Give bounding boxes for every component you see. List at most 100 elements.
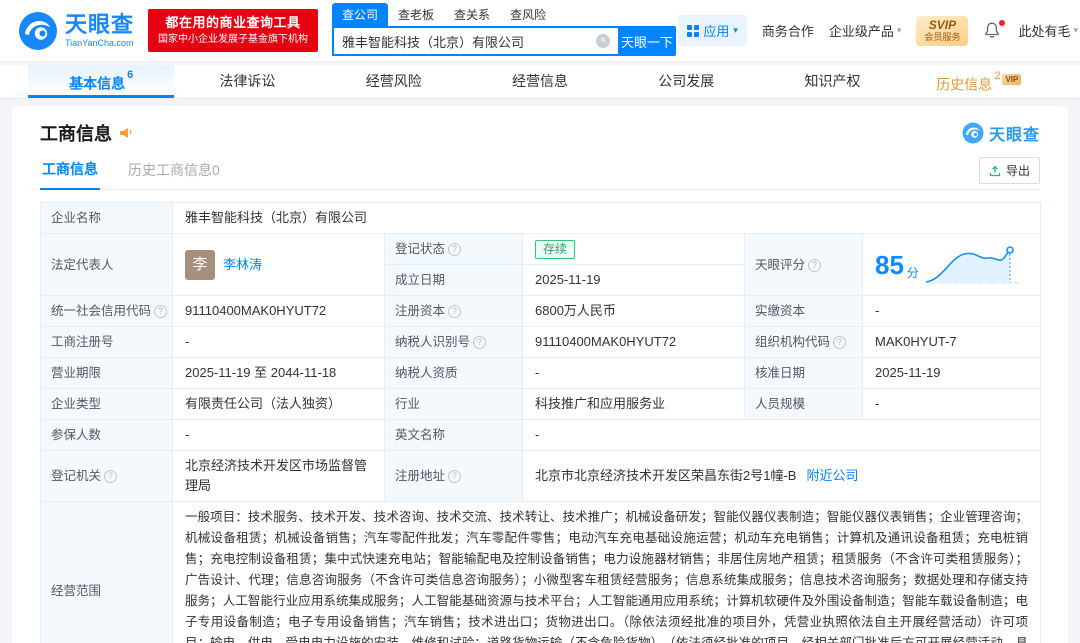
card-header: 工商信息 天眼查 [40,120,1040,146]
org-code-label: 组织机构代码 [755,335,830,349]
logo-name: 天眼查 [65,13,134,36]
english-name-value-cell: - [523,420,1041,451]
reg-number-value-cell: - [173,327,385,358]
reg-authority-label: 登记机关 [51,469,101,483]
tab-basic-info[interactable]: 基本信息6 [28,65,174,98]
reg-capital-label-cell: 注册资本? [385,296,523,327]
business-term-value: 2025-11-19 至 2044-11-18 [185,365,336,380]
logo-domain: TianYanCha.com [65,38,134,48]
business-info-card: 工商信息 天眼查 工商信息 历史工商信息0 [12,106,1068,643]
export-button[interactable]: 导出 [979,157,1040,184]
tab-count: 0 [212,162,220,178]
reg-authority-label-cell: 登记机关? [41,451,173,502]
staff-size-value-cell: - [863,389,1041,420]
search-input[interactable] [332,26,618,56]
staff-size-value: - [875,396,879,411]
tab-count: 6 [127,69,133,81]
business-scope-value: 一般项目：技术服务、技术开发、技术咨询、技术交流、技术转让、技术推广；机械设备研… [185,507,1028,643]
score-value: 85 [875,250,904,280]
reg-authority-value-cell: 北京经济技术开发区市场监督管理局 [173,451,385,502]
paid-capital-value-cell: - [863,296,1041,327]
tab-label: 历史信息 [936,77,992,93]
business-scope-label: 经营范围 [51,584,101,598]
promo-line1: 都在用的商业查询工具 [158,15,308,31]
info-icon[interactable]: ? [154,305,167,318]
clear-search-icon[interactable]: × [596,34,610,48]
info-icon[interactable]: ? [473,336,486,349]
user-name: 此处有毛 [1018,21,1070,40]
search-tab-risk[interactable]: 查风险 [500,3,556,26]
svip-badge[interactable]: SVIP 会员服务 [916,16,968,46]
paid-capital-label-cell: 实缴资本 [745,296,863,327]
tab-label: 经营风险 [366,73,422,89]
tab-business-risk[interactable]: 经营风险 [321,65,467,98]
search-button[interactable]: 天眼一下 [618,26,676,56]
header-menu: 应用 ▾ 商务合作 企业级产品 ▾ SVIP 会员服务 此处有毛 ▾ [678,15,1080,46]
table-row: 经营范围 一般项目：技术服务、技术开发、技术咨询、技术交流、技术转让、技术推广；… [41,502,1041,643]
tab-label: 基本信息 [69,76,125,92]
establish-date-label-cell: 成立日期 [385,265,523,296]
company-type-label: 企业类型 [51,397,101,411]
score-distribution-chart [922,242,1022,288]
info-icon[interactable]: ? [104,470,117,483]
enterprise-products-menu[interactable]: 企业级产品 ▾ [829,21,902,40]
svip-sublabel: 会员服务 [924,32,960,43]
table-row: 法定代表人 李 李林涛 登记状态? 存续 天眼评分? 85 分 [41,234,1041,265]
info-icon[interactable]: ? [833,336,846,349]
search-tab-boss[interactable]: 查老板 [388,3,444,26]
legal-rep-value-cell: 李 李林涛 [173,234,385,296]
industry-value-cell: 科技推广和应用服务业 [523,389,745,420]
reg-address-value: 北京市北京经济技术开发区荣昌东街2号1幢-B [535,468,796,483]
legal-rep-avatar: 李 [185,250,215,280]
search-tab-company[interactable]: 查公司 [332,3,388,26]
tianyancha-logo-icon [18,11,58,51]
establish-date-value: 2025-11-19 [535,272,601,287]
search-row: × 天眼一下 [332,26,676,56]
status-badge: 存续 [535,240,575,259]
promo-banner: 都在用的商业查询工具 国家中小企业发展子基金旗下机构 [148,9,318,52]
legal-rep-label-cell: 法定代表人 [41,234,173,296]
establish-date-label: 成立日期 [395,273,445,287]
business-scope-value-cell: 一般项目：技术服务、技术开发、技术咨询、技术交流、技术转让、技术推广；机械设备研… [173,502,1041,643]
nearby-companies-link[interactable]: 附近公司 [806,468,858,483]
reg-address-label-cell: 注册地址? [385,451,523,502]
tianyancha-logo[interactable]: 天眼查 TianYanCha.com [18,11,134,51]
page-title: 工商信息 [40,120,112,146]
english-name-value: - [535,427,539,442]
tianyancha-watermark: 天眼查 [962,121,1040,145]
english-name-label: 英文名称 [395,428,445,442]
chevron-down-icon: ▾ [733,25,738,36]
tab-company-development[interactable]: 公司发展 [613,65,759,98]
user-menu[interactable]: 此处有毛 ▾ [1018,21,1078,40]
business-cooperation-link[interactable]: 商务合作 [762,21,814,40]
company-type-value-cell: 有限责任公司（法人独资） [173,389,385,420]
tab-intellectual-property[interactable]: 知识产权 [759,65,905,98]
reg-capital-value: 6800万人民币 [535,303,616,318]
info-icon[interactable]: ? [808,259,821,272]
credit-code-value-cell: 91110400MAK0HYUT72 [173,296,385,327]
sub-tabs: 工商信息 历史工商信息0 导出 [40,158,1040,190]
legal-rep-link[interactable]: 李林涛 [223,255,262,275]
export-icon [989,165,1001,177]
score-unit: 分 [907,263,919,283]
info-icon[interactable]: ? [448,470,461,483]
tab-history-info[interactable]: 历史信息2VIP [906,65,1052,98]
tab-operating-info[interactable]: 经营信息 [467,65,613,98]
tab-legal-proceedings[interactable]: 法律诉讼 [174,65,320,98]
taxpayer-quality-value-cell: - [523,358,745,389]
info-icon[interactable]: ? [448,305,461,318]
reg-number-label: 工商注册号 [51,335,114,349]
insured-value: - [185,427,189,442]
table-row: 工商注册号 - 纳税人识别号? 91110400MAK0HYUT72 组织机构代… [41,327,1041,358]
business-scope-label-cell: 经营范围 [41,502,173,643]
info-icon[interactable]: ? [448,243,461,256]
apps-menu[interactable]: 应用 ▾ [678,15,747,46]
search-tab-relations[interactable]: 查关系 [444,3,500,26]
notifications-bell[interactable] [983,21,1003,41]
insured-label-cell: 参保人数 [41,420,173,451]
taxpayer-quality-label-cell: 纳税人资质 [385,358,523,389]
tab-business-registration-info[interactable]: 工商信息 [40,159,100,190]
taxpayer-id-value-cell: 91110400MAK0HYUT72 [523,327,745,358]
approve-date-value: 2025-11-19 [875,365,941,380]
tab-history-business-info[interactable]: 历史工商信息0 [126,160,222,189]
